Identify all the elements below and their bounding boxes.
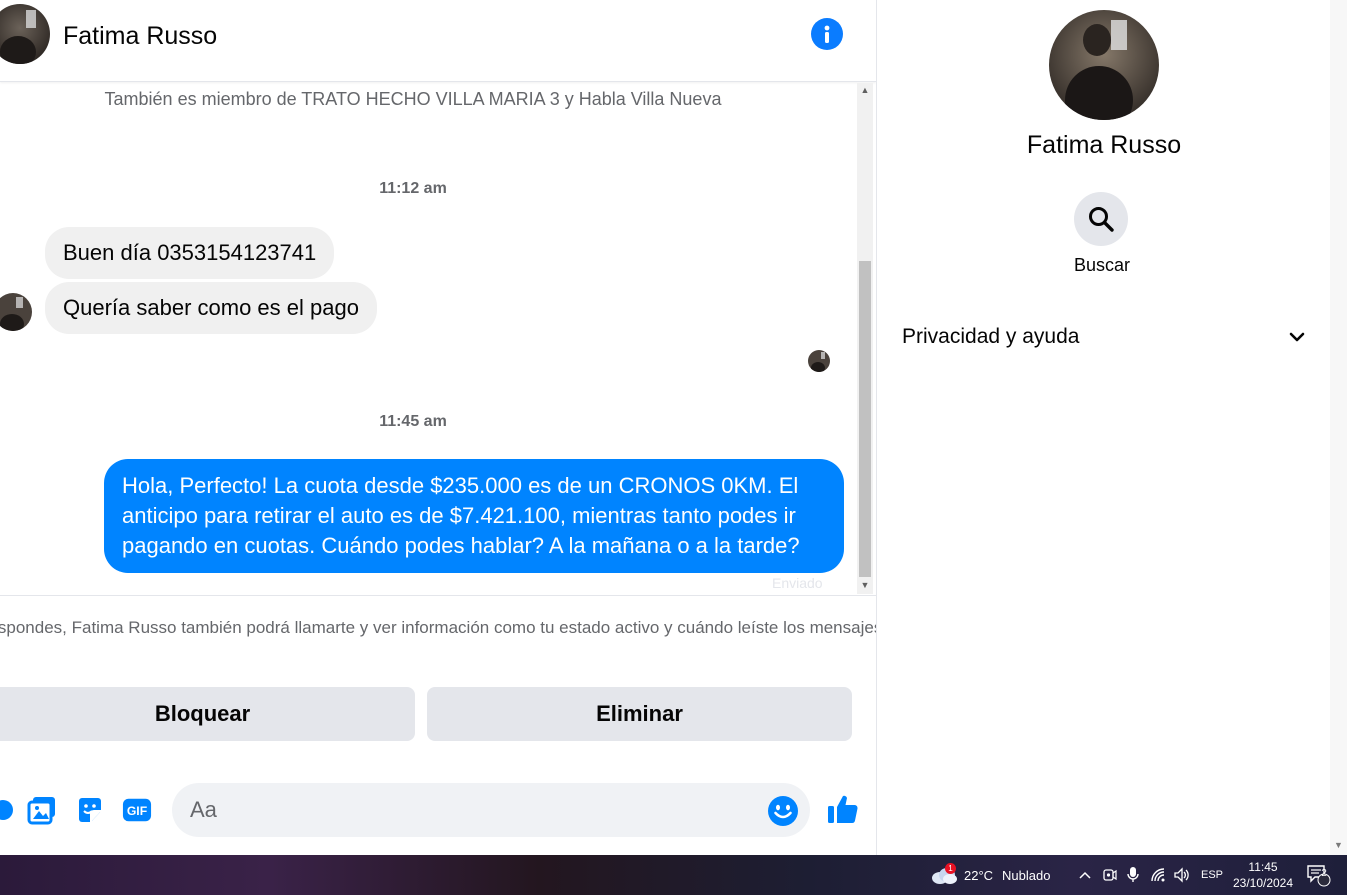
block-button[interactable]: Bloquear [0,687,415,741]
emoji-icon[interactable] [767,795,799,827]
sent-status: Enviado [772,575,823,591]
outgoing-message[interactable]: Hola, Perfecto! La cuota desde $235.000 … [104,459,844,573]
scroll-down-icon[interactable]: ▼ [1334,840,1343,850]
scroll-up-icon[interactable]: ▲ [857,83,873,97]
incoming-message[interactable]: Buen día 0353154123741 [45,227,335,279]
profile-name[interactable]: Fatima Russo [877,131,1331,160]
info-icon [824,25,830,43]
contact-name[interactable]: Fatima Russo [63,22,217,51]
conversation-pane: Fatima Russo También es miembro de TRATO… [0,0,887,855]
gif-label: GIF [127,804,147,818]
clock-date: 23/10/2024 [1232,876,1294,890]
group-membership-note: También es miembro de TRATO HECHO VILLA … [104,89,722,109]
message-list[interactable]: También es miembro de TRATO HECHO VILLA … [0,83,857,594]
conversation-info-panel: Fatima Russo Buscar Privacidad y ayuda [876,0,1330,855]
chevron-up-icon [1079,871,1091,879]
search-in-conversation-button[interactable] [1074,192,1128,246]
windows-taskbar: 22°C Nublado 1 ESP 11:45 23/10/2024 2 [0,855,1347,895]
input-language-indicator[interactable]: ESP [1201,855,1223,895]
sender-avatar[interactable] [0,293,32,331]
conversation-info-button[interactable] [811,18,843,50]
chevron-down-icon [1289,332,1305,342]
message-request-notice: Si respondes, Fatima Russo también podrá… [0,595,887,675]
message-request-text: Si respondes, Fatima Russo también podrá… [0,618,888,637]
wifi-icon[interactable] [1150,855,1168,895]
message-timestamp: 11:45 am [379,413,447,430]
message-timestamp: 11:12 am [379,180,447,197]
weather-alert-badge: 1 [945,863,956,874]
microphone-icon[interactable] [1126,855,1140,895]
weather-temperature: 22°C [964,867,994,883]
plus-icon[interactable] [0,795,18,825]
read-receipt-avatar [808,350,830,372]
volume-icon[interactable] [1173,855,1191,895]
notification-count: 2 [1321,868,1327,879]
gif-icon[interactable]: GIF [122,795,152,825]
search-label[interactable]: Buscar [877,255,1327,276]
conversation-header: Fatima Russo [0,0,876,82]
delete-button[interactable]: Eliminar [427,687,852,741]
privacy-help-label: Privacidad y ayuda [902,325,1080,348]
like-icon[interactable] [826,792,860,826]
weather-description: Nublado [1002,867,1051,883]
incoming-message[interactable]: Quería saber como es el pago [45,282,377,334]
weather-widget[interactable]: 22°C Nublado [930,855,1050,895]
message-input[interactable] [172,783,810,837]
message-composer: GIF [0,783,876,837]
scroll-thumb[interactable] [859,261,871,577]
search-icon [1089,207,1114,232]
message-scrollbar[interactable]: ▲ ▼ [857,83,873,594]
messenger-window: Fatima Russo También es miembro de TRATO… [0,0,1347,895]
image-icon[interactable] [27,795,57,825]
sticker-icon[interactable] [75,795,105,825]
privacy-help-section[interactable]: Privacidad y ayuda [902,316,1307,358]
scroll-down-icon[interactable]: ▼ [857,578,873,592]
camera-icon[interactable] [1102,855,1118,895]
contact-avatar[interactable] [0,4,50,64]
profile-avatar[interactable] [1049,10,1159,120]
show-hidden-icons-button[interactable] [1078,855,1092,895]
system-clock[interactable]: 11:45 23/10/2024 [1228,859,1298,891]
page-scrollbar[interactable]: ▼ [1330,0,1347,855]
clock-time: 11:45 [1248,860,1278,874]
notification-center-button[interactable]: 2 [1305,855,1331,895]
